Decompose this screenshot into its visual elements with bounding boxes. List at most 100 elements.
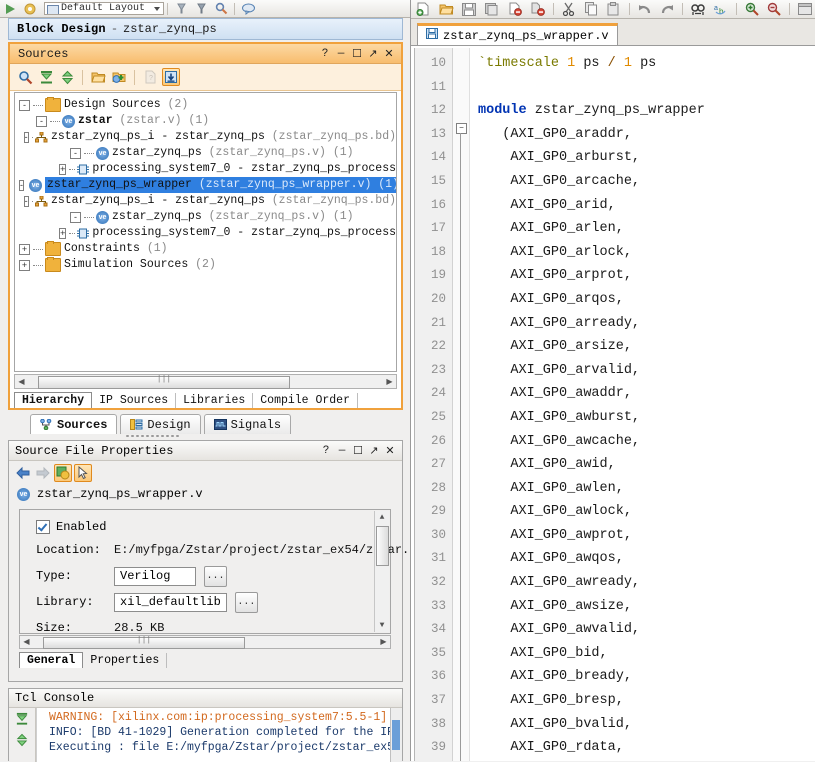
tree-horizontal-scrollbar[interactable]: ◀ ▶ (14, 374, 397, 389)
tree-item[interactable]: + Constraints (1) (19, 241, 396, 257)
tcl-vertical-scrollbar[interactable] (390, 708, 402, 762)
close-button[interactable]: ✕ (381, 47, 397, 61)
save-as-icon[interactable] (481, 1, 503, 17)
sfp-minimize-button[interactable]: — (334, 444, 350, 458)
tcl-scroll-thumb[interactable] (392, 720, 400, 750)
redo-icon[interactable] (657, 1, 679, 17)
close-all-icon[interactable] (527, 1, 549, 17)
scroll-down-icon[interactable]: ▼ (375, 619, 389, 632)
code-line[interactable]: AXI_GP0_awqos, (478, 547, 815, 571)
code-line[interactable]: AXI_GP0_arqos, (478, 288, 815, 312)
code-line[interactable]: AXI_GP0_bid, (478, 642, 815, 666)
tree-item[interactable]: + Simulation Sources (2) (19, 257, 396, 273)
tree-item[interactable]: - zstar_zynq_ps_i - zstar_zynq_ps (zstar_… (19, 129, 396, 145)
sfp-scroll-right-icon[interactable]: ▶ (377, 636, 390, 649)
library-browse-button[interactable]: ... (234, 591, 258, 613)
code-line[interactable]: AXI_GP0_awlen, (478, 477, 815, 501)
fold-collapse-icon[interactable]: − (456, 123, 467, 134)
sfp-help-button[interactable]: ? (318, 444, 334, 458)
replace-icon[interactable]: ab (710, 1, 732, 17)
library-input[interactable]: xil_defaultlib (114, 592, 227, 612)
sfp-scroll-left-icon[interactable]: ◀ (20, 636, 33, 649)
code-line[interactable]: AXI_GP0_awcache, (478, 430, 815, 454)
code-editor[interactable]: 10 11 12 13 14 15 16 17 18 19 20 21 22 23 24 25 26 27 28 29… (414, 48, 815, 761)
code-line[interactable]: AXI_GP0_arcache, (478, 170, 815, 194)
tree-expander[interactable]: - (23, 195, 29, 207)
code-line[interactable]: AXI_GP0_bresp, (478, 689, 815, 713)
sfp-scroll-track[interactable] (33, 636, 377, 649)
code-line[interactable]: AXI_GP0_awvalid, (478, 618, 815, 642)
code-line[interactable]: AXI_GP0_arburst, (478, 146, 815, 170)
document-tab[interactable]: Signals (203, 414, 292, 434)
code-line[interactable]: AXI_GP0_rdata, (478, 736, 815, 760)
scroll-right-icon[interactable]: ▶ (383, 375, 396, 388)
code-line[interactable]: AXI_GP0_arlock, (478, 241, 815, 265)
paste-icon[interactable] (603, 1, 625, 17)
sfp-tab[interactable]: Properties (83, 653, 168, 668)
code-line[interactable]: AXI_GP0_awready, (478, 571, 815, 595)
editor-tab[interactable]: zstar_zynq_ps_wrapper.v (417, 23, 618, 45)
scroll-track[interactable] (28, 375, 383, 389)
tree-expander[interactable]: - (70, 211, 81, 223)
sources-view-tab[interactable]: Hierarchy (14, 392, 93, 408)
pin-icon[interactable] (191, 1, 211, 16)
scroll-left-icon[interactable]: ◀ (15, 375, 28, 388)
save-icon[interactable] (459, 1, 481, 17)
feedback-icon[interactable] (238, 1, 258, 16)
code-line[interactable]: AXI_GP0_awprot, (478, 524, 815, 548)
sources-tree[interactable]: - Design Sources (2) - ve zstar (zstar.v) (1… (14, 92, 397, 372)
code-line[interactable]: AXI_GP0_arvalid, (478, 359, 815, 383)
find-icon[interactable] (687, 1, 709, 17)
code-line[interactable]: module zstar_zynq_ps_wrapper (478, 99, 815, 123)
scroll-up-icon[interactable]: ▲ (375, 511, 389, 524)
tree-expander[interactable]: + (19, 243, 30, 255)
code-line[interactable]: AXI_GP0_bvalid, (478, 713, 815, 737)
settings-gear-icon[interactable] (20, 1, 40, 16)
enabled-checkbox[interactable] (36, 520, 50, 534)
enabled-row[interactable]: Enabled (36, 520, 390, 534)
new-file-icon[interactable] (413, 1, 435, 17)
code-line[interactable]: AXI_GP0_arid, (478, 194, 815, 218)
sources-view-tab[interactable]: IP Sources (92, 393, 177, 408)
zoom-in-icon[interactable] (741, 1, 763, 17)
tree-item[interactable]: - ve zstar_zynq_ps_wrapper (zstar_zynq_ps_… (19, 177, 396, 193)
properties-icon[interactable] (54, 464, 72, 482)
tree-item[interactable]: - ve zstar (zstar.v) (1) (19, 113, 396, 129)
zoom-out-icon[interactable] (764, 1, 786, 17)
tree-item[interactable]: - Design Sources (2) (19, 97, 396, 113)
minimize-button[interactable]: — (333, 47, 349, 61)
collapse-all-icon[interactable] (13, 710, 31, 728)
tree-expander[interactable]: + (59, 227, 67, 239)
splitter-grip[interactable] (125, 434, 179, 438)
code-content[interactable]: `timescale 1 ps / 1 ps module zstar_zynq… (470, 48, 815, 761)
undo-icon[interactable] (634, 1, 656, 17)
sfp-tab[interactable]: General (19, 652, 84, 668)
code-line[interactable]: (AXI_GP0_araddr, (478, 123, 815, 147)
open-file-icon[interactable] (89, 68, 107, 86)
sfp-scroll-thumb[interactable] (43, 636, 245, 649)
open-file-icon[interactable] (436, 1, 458, 17)
copy-icon[interactable] (580, 1, 602, 17)
tree-item[interactable]: - zstar_zynq_ps_i - zstar_zynq_ps (zstar_… (19, 193, 396, 209)
sources-view-tab[interactable]: Compile Order (253, 393, 358, 408)
tree-expander[interactable]: + (19, 259, 30, 271)
tree-expander[interactable]: - (19, 179, 24, 191)
sources-view-tab[interactable]: Libraries (176, 393, 254, 408)
code-line[interactable]: AXI_GP0_awsize, (478, 595, 815, 619)
search-icon[interactable] (16, 68, 34, 86)
expand-all-icon[interactable] (58, 68, 76, 86)
help-button[interactable]: ? (317, 47, 333, 61)
window-icon[interactable] (794, 1, 815, 17)
add-sources-icon[interactable] (110, 68, 128, 86)
tree-expander[interactable]: + (59, 163, 67, 175)
code-line[interactable]: AXI_GP0_awlock, (478, 500, 815, 524)
tree-expander[interactable]: - (36, 115, 47, 127)
sfp-vertical-scrollbar[interactable]: ▲ ▼ (374, 511, 389, 632)
sfp-maximize-button[interactable]: ☐ (350, 444, 366, 458)
sfp-horizontal-scrollbar[interactable]: ◀ ▶ (19, 635, 391, 649)
code-line[interactable]: AXI_GP0_awid, (478, 453, 815, 477)
sfp-float-button[interactable]: ↗ (366, 444, 382, 458)
tree-expander[interactable]: - (23, 131, 29, 143)
layout-combo[interactable]: Default Layout (44, 2, 164, 15)
code-line[interactable]: `timescale 1 ps / 1 ps (478, 52, 815, 76)
